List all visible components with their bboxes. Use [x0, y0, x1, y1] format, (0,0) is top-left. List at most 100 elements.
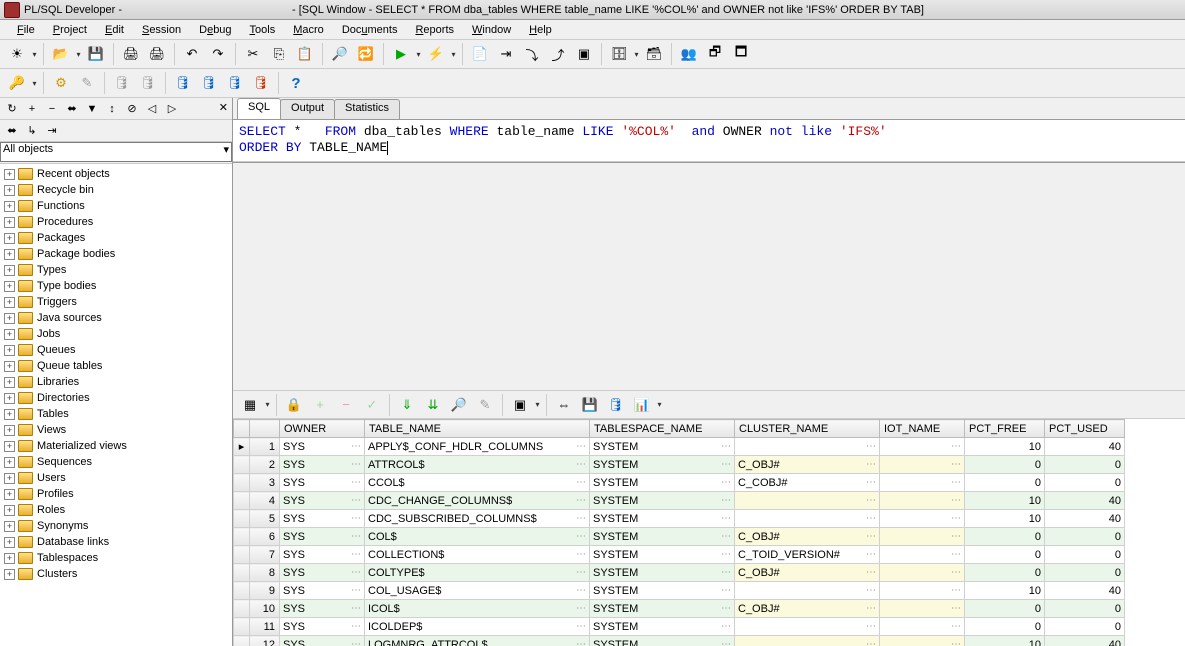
- paste-icon[interactable]: 📋: [293, 42, 317, 66]
- cell-table-name[interactable]: APPLY$_CONF_HDLR_COLUMNS⋯: [365, 438, 590, 456]
- menu-documents[interactable]: Documents: [333, 22, 407, 38]
- menu-tools[interactable]: Tools: [241, 22, 285, 38]
- next-icon[interactable]: ▷: [163, 100, 181, 118]
- expand-icon[interactable]: +: [4, 313, 15, 324]
- beautify-icon[interactable]: ✎: [75, 71, 99, 95]
- tree-item[interactable]: +Materialized views: [0, 438, 232, 454]
- cell-tablespace[interactable]: SYSTEM⋯: [590, 438, 735, 456]
- menu-window[interactable]: Window: [463, 22, 520, 38]
- cell-owner[interactable]: SYS⋯: [280, 456, 365, 474]
- execute-icon[interactable]: ▶: [389, 42, 413, 66]
- explain-plan-icon[interactable]: 📄: [468, 42, 492, 66]
- menu-edit[interactable]: Edit: [96, 22, 133, 38]
- cell-editor-icon[interactable]: ⋯: [576, 621, 586, 632]
- cell-table-name[interactable]: CDC_SUBSCRIBED_COLUMNS$⋯: [365, 510, 590, 528]
- cell-cluster[interactable]: C_OBJ#⋯: [735, 600, 880, 618]
- cell-pct-used[interactable]: 40: [1045, 582, 1125, 600]
- cell-pct-free[interactable]: 10: [965, 636, 1045, 646]
- cell-editor-icon[interactable]: ⋯: [576, 567, 586, 578]
- cell-editor-icon[interactable]: ⋯: [351, 495, 361, 506]
- cell-editor-icon[interactable]: ⋯: [721, 603, 731, 614]
- cell-editor-icon[interactable]: ⋯: [721, 531, 731, 542]
- cell-tablespace[interactable]: SYSTEM⋯: [590, 564, 735, 582]
- tree-item[interactable]: +Directories: [0, 390, 232, 406]
- db-red-icon[interactable]: 🛢: [249, 71, 273, 95]
- dropdown-arrow-icon[interactable]: ▾: [449, 50, 458, 59]
- fetch-all-icon[interactable]: ⇊: [421, 393, 445, 417]
- cell-editor-icon[interactable]: ⋯: [721, 459, 731, 470]
- cell-cluster[interactable]: ⋯: [735, 492, 880, 510]
- cell-editor-icon[interactable]: ⋯: [351, 531, 361, 542]
- tree-item[interactable]: +Clusters: [0, 566, 232, 582]
- find-in-grid-icon[interactable]: 🔎: [447, 393, 471, 417]
- cell-pct-used[interactable]: 0: [1045, 528, 1125, 546]
- cell-table-name[interactable]: COL_USAGE$⋯: [365, 582, 590, 600]
- cell-editor-icon[interactable]: ⋯: [351, 549, 361, 560]
- sessions-icon[interactable]: 👥: [677, 42, 701, 66]
- cell-editor-icon[interactable]: ⋯: [351, 459, 361, 470]
- tree-nav-icon[interactable]: ↳: [23, 122, 41, 140]
- cell-editor-icon[interactable]: ⋯: [351, 621, 361, 632]
- cell-tablespace[interactable]: SYSTEM⋯: [590, 546, 735, 564]
- tree-item[interactable]: +Views: [0, 422, 232, 438]
- cell-tablespace[interactable]: SYSTEM⋯: [590, 582, 735, 600]
- cell-editor-icon[interactable]: ⋯: [951, 441, 961, 452]
- chart-icon[interactable]: 📊: [630, 393, 654, 417]
- expand-icon[interactable]: +: [4, 361, 15, 372]
- dropdown-arrow-icon[interactable]: ▾: [74, 50, 83, 59]
- tab-output[interactable]: Output: [280, 99, 335, 119]
- cell-editor-icon[interactable]: ⋯: [951, 585, 961, 596]
- cell-editor-icon[interactable]: ⋯: [576, 441, 586, 452]
- collapse-icon[interactable]: ⬌: [63, 100, 81, 118]
- cell-editor-icon[interactable]: ⋯: [721, 621, 731, 632]
- cell-editor-icon[interactable]: ⋯: [951, 639, 961, 646]
- cell-owner[interactable]: SYS⋯: [280, 546, 365, 564]
- cell-pct-free[interactable]: 0: [965, 600, 1045, 618]
- tree-nav-icon[interactable]: ⬌: [3, 122, 21, 140]
- tree-item[interactable]: +Libraries: [0, 374, 232, 390]
- cell-cluster[interactable]: ⋯: [735, 618, 880, 636]
- linked-query-icon[interactable]: ⇔: [552, 393, 576, 417]
- tree-item[interactable]: +Recent objects: [0, 166, 232, 182]
- expand-icon[interactable]: +: [4, 521, 15, 532]
- tree-item[interactable]: +Types: [0, 262, 232, 278]
- prev-icon[interactable]: ◁: [143, 100, 161, 118]
- cell-editor-icon[interactable]: ⋯: [951, 549, 961, 560]
- clear-icon[interactable]: ⊘: [123, 100, 141, 118]
- step-over-icon[interactable]: ⇥: [494, 42, 518, 66]
- menu-session[interactable]: Session: [133, 22, 190, 38]
- gear-icon[interactable]: ⚙: [49, 71, 73, 95]
- tree-nav-icon[interactable]: ⇥: [43, 122, 61, 140]
- tree-item[interactable]: +Synonyms: [0, 518, 232, 534]
- copy-icon[interactable]: ⎘: [267, 42, 291, 66]
- cell-iot[interactable]: ⋯: [880, 492, 965, 510]
- cell-owner[interactable]: SYS⋯: [280, 564, 365, 582]
- cell-editor-icon[interactable]: ⋯: [351, 639, 361, 646]
- table-row[interactable]: 5SYS⋯CDC_SUBSCRIBED_COLUMNS$⋯SYSTEM⋯⋯⋯10…: [234, 510, 1125, 528]
- cell-owner[interactable]: SYS⋯: [280, 618, 365, 636]
- tree-item[interactable]: +Queue tables: [0, 358, 232, 374]
- cell-editor-icon[interactable]: ⋯: [866, 567, 876, 578]
- cell-pct-used[interactable]: 0: [1045, 474, 1125, 492]
- cell-iot[interactable]: ⋯: [880, 546, 965, 564]
- sort-icon[interactable]: ↕: [103, 100, 121, 118]
- cell-tablespace[interactable]: SYSTEM⋯: [590, 618, 735, 636]
- cell-table-name[interactable]: CCOL$⋯: [365, 474, 590, 492]
- find-icon[interactable]: 🔎: [328, 42, 352, 66]
- cell-iot[interactable]: ⋯: [880, 636, 965, 646]
- cell-pct-free[interactable]: 0: [965, 546, 1045, 564]
- cell-owner[interactable]: SYS⋯: [280, 528, 365, 546]
- cell-editor-icon[interactable]: ⋯: [866, 549, 876, 560]
- cell-editor-icon[interactable]: ⋯: [576, 603, 586, 614]
- tree-item[interactable]: +Sequences: [0, 454, 232, 470]
- cell-editor-icon[interactable]: ⋯: [951, 477, 961, 488]
- cell-editor-icon[interactable]: ⋯: [951, 531, 961, 542]
- new-icon[interactable]: ☀: [5, 42, 29, 66]
- tab-statistics[interactable]: Statistics: [334, 99, 400, 119]
- cell-editor-icon[interactable]: ⋯: [866, 585, 876, 596]
- cell-table-name[interactable]: COLTYPE$⋯: [365, 564, 590, 582]
- cell-editor-icon[interactable]: ⋯: [866, 621, 876, 632]
- cell-cluster[interactable]: C_COBJ#⋯: [735, 474, 880, 492]
- tree-item[interactable]: +Java sources: [0, 310, 232, 326]
- cell-pct-used[interactable]: 0: [1045, 546, 1125, 564]
